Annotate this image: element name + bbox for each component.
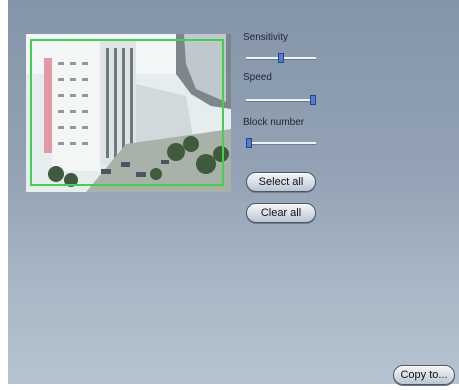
block-number-label: Block number [243,117,305,128]
block-number-slider[interactable] [246,137,316,149]
slider-thumb[interactable] [310,95,316,105]
motion-detection-region[interactable] [30,39,224,186]
sensitivity-label: Sensitivity [243,32,289,43]
slider-track [246,99,316,102]
slider-track [246,142,316,145]
camera-preview[interactable] [26,34,231,192]
select-all-button[interactable]: Select all [246,172,316,192]
speed-label: Speed [243,72,272,83]
speed-slider[interactable] [246,94,316,106]
copy-to-button[interactable]: Copy to... [393,365,455,385]
slider-thumb[interactable] [246,138,252,148]
slider-thumb[interactable] [278,53,284,63]
sensitivity-slider[interactable] [246,52,316,64]
clear-all-button[interactable]: Clear all [246,203,316,223]
